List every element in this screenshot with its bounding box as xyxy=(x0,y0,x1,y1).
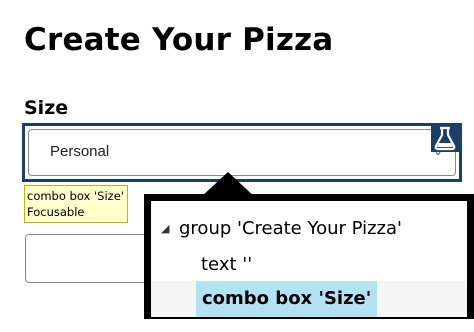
tree-item-label: text '' xyxy=(201,254,253,275)
tree-item-label-selected: combo box 'Size' xyxy=(196,281,378,317)
size-select-value: Personal xyxy=(50,143,110,160)
expand-toggle-icon[interactable]: ◢ xyxy=(161,211,169,247)
accessibility-tree-popup: ◢ group 'Create Your Pizza' text '' comb… xyxy=(144,194,474,319)
tree-item-text[interactable]: text '' xyxy=(151,247,467,283)
tooltip: combo box 'Size' Focusable xyxy=(24,185,128,223)
tooltip-state: Focusable xyxy=(27,205,85,219)
flask-icon[interactable] xyxy=(431,124,459,152)
tree-item-combobox[interactable]: combo box 'Size' xyxy=(151,281,467,317)
tree-item-group[interactable]: ◢ group 'Create Your Pizza' xyxy=(151,211,467,247)
tree-item-label: group 'Create Your Pizza' xyxy=(179,218,402,239)
tooltip-role: combo box 'Size' xyxy=(27,189,124,203)
page: Create Your Pizza Size Personal ⌄ combo … xyxy=(0,0,474,332)
page-title: Create Your Pizza xyxy=(24,22,334,58)
size-label: Size xyxy=(24,97,69,119)
size-select[interactable]: Personal ⌄ xyxy=(28,129,456,176)
